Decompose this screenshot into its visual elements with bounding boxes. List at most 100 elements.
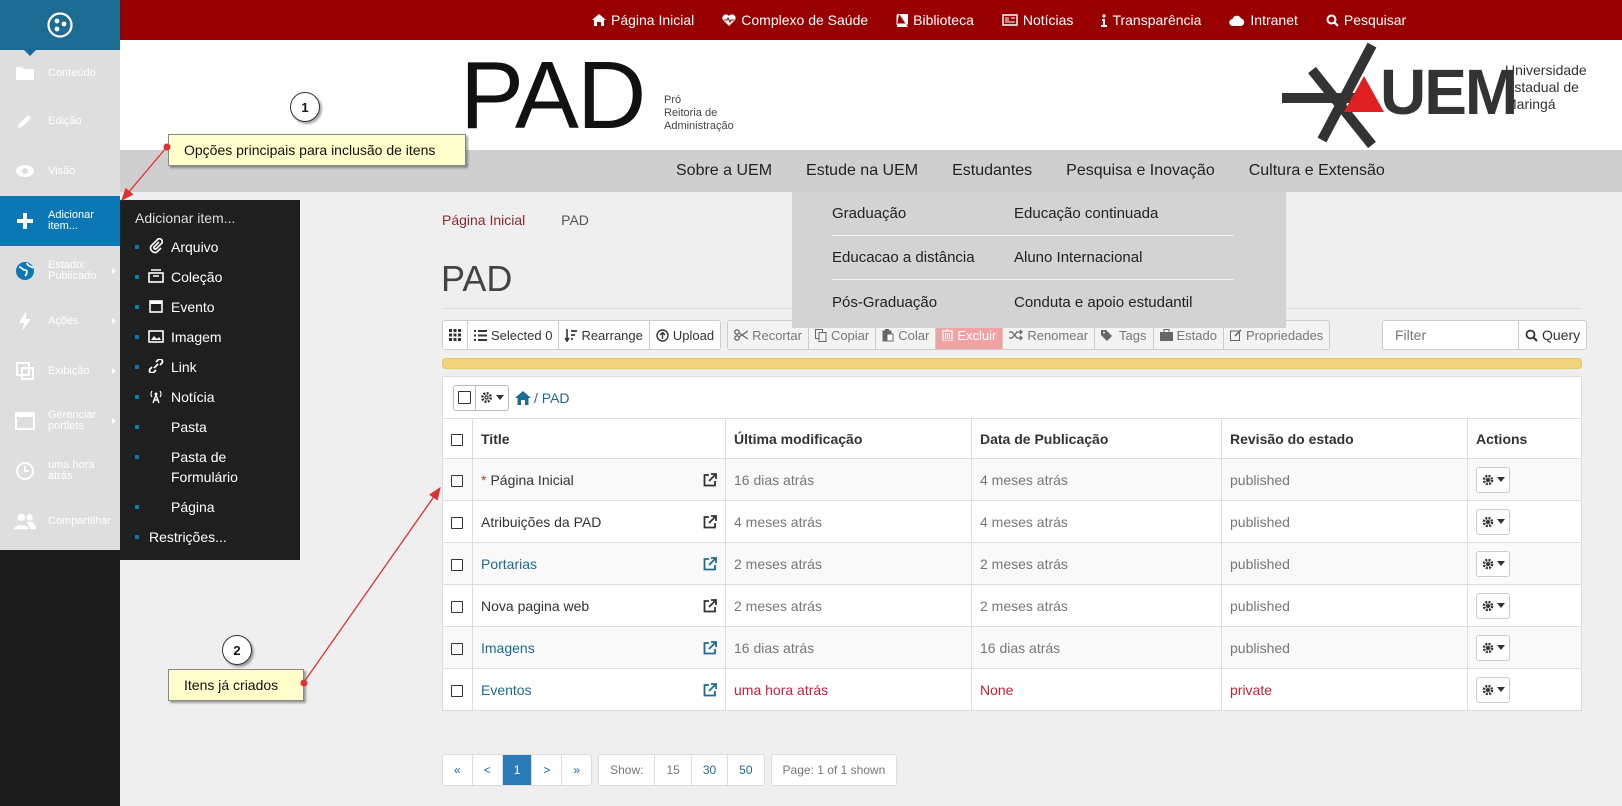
toolbar-item-adicionar[interactable]: Adicionar item... <box>0 196 120 246</box>
header-title[interactable]: Title <box>472 418 726 459</box>
toolbar-item-edicao[interactable]: Edição <box>0 96 120 146</box>
add-colecao[interactable]: Coleção <box>120 262 300 292</box>
external-link-icon[interactable] <box>703 682 717 697</box>
path-link[interactable]: / PAD <box>515 390 570 406</box>
page-next[interactable]: > <box>532 755 563 785</box>
table-row[interactable]: * Página Inicial 16 dias atrás 4 meses at… <box>442 458 1582 501</box>
toolbar-item-acoes[interactable]: Ações <box>0 296 120 346</box>
header-modified[interactable]: Última modificação <box>725 418 972 459</box>
add-pagina[interactable]: Página <box>120 492 300 522</box>
table-row[interactable]: Portarias 2 meses atrás 2 meses atrás pu… <box>442 542 1582 585</box>
table-row[interactable]: Imagens 16 dias atrás 16 dias atrás publ… <box>442 626 1582 669</box>
page-prev[interactable]: < <box>473 755 503 785</box>
row-select[interactable] <box>442 584 473 627</box>
header-published[interactable]: Data de Publicação <box>971 418 1222 459</box>
paperclip-icon <box>147 237 165 255</box>
dropdown-conduta-apoio[interactable]: Conduta e apoio estudantil <box>1014 294 1192 311</box>
row-title-link[interactable]: Imagens <box>481 640 535 656</box>
dropdown-graduacao[interactable]: Graduação <box>832 205 1014 222</box>
page-last[interactable]: » <box>562 755 591 785</box>
page-first[interactable]: « <box>443 755 473 785</box>
external-link-icon[interactable] <box>703 472 717 487</box>
external-link-icon[interactable] <box>703 514 717 529</box>
annotation-number-1: 1 <box>290 92 320 122</box>
select-all-checkbox[interactable] <box>454 385 476 410</box>
mainnav-cultura-extensao[interactable]: Cultura e Extensão <box>1249 162 1385 180</box>
topnav-biblioteca[interactable]: Biblioteca <box>896 12 974 28</box>
page-size-50[interactable]: 50 <box>728 755 763 785</box>
toolbar-item-portlets[interactable]: Gerenciar portlets <box>0 396 120 446</box>
row-actions-button[interactable] <box>1476 634 1510 661</box>
dropdown-educacao-distancia[interactable]: Educacao a distância <box>832 249 1014 266</box>
mainnav-sobre-uem[interactable]: Sobre a UEM <box>676 162 772 180</box>
external-link-icon[interactable] <box>703 556 717 571</box>
page-1[interactable]: 1 <box>502 755 533 785</box>
row-select[interactable] <box>442 626 473 669</box>
row-title-link[interactable]: Portarias <box>481 556 537 572</box>
row-select[interactable] <box>442 458 473 501</box>
selected-button[interactable]: Selected 0 <box>468 321 560 349</box>
row-title-link[interactable]: Eventos <box>481 682 532 698</box>
query-button[interactable]: Query <box>1518 320 1588 350</box>
pad-logo[interactable]: PAD <box>460 48 646 144</box>
header-state[interactable]: Revisão do estado <box>1221 418 1468 459</box>
add-noticia[interactable]: Notícia <box>120 382 300 412</box>
row-title-link[interactable]: Página Inicial <box>490 472 573 488</box>
toolbar-item-conteudo[interactable]: Conteúdo <box>0 50 120 96</box>
topnav-pagina-inicial[interactable]: Página Inicial <box>592 12 694 28</box>
topnav-transparencia[interactable]: Transparência <box>1101 12 1201 28</box>
add-restricoes[interactable]: Restrições... <box>120 522 300 552</box>
external-link-icon[interactable] <box>703 598 717 613</box>
toolbar-item-visao[interactable]: Visão <box>0 146 120 196</box>
row-select[interactable] <box>442 668 473 711</box>
add-noticia-label: Notícia <box>171 389 215 405</box>
plone-logo[interactable] <box>0 0 120 56</box>
add-imagem[interactable]: Imagem <box>120 322 300 352</box>
row-actions-button[interactable] <box>1476 676 1510 703</box>
filter-input[interactable] <box>1382 320 1518 350</box>
upload-button[interactable]: Upload <box>649 321 721 349</box>
toolbar-item-historico[interactable]: uma hora atrás <box>0 446 120 496</box>
mainnav-estudantes[interactable]: Estudantes <box>952 162 1032 180</box>
row-actions-button[interactable] <box>1476 508 1510 535</box>
page-size-15[interactable]: 15 <box>655 755 692 785</box>
toolbar-item-compartilhar[interactable]: Compartilhar <box>0 496 120 546</box>
add-link[interactable]: Link <box>120 352 300 382</box>
row-title-link[interactable]: Atribuições da PAD <box>481 514 601 530</box>
toolbar-item-exibicao[interactable]: Exibição <box>0 346 120 396</box>
table-row[interactable]: Nova pagina web 2 meses atrás 2 meses at… <box>442 584 1582 627</box>
page-size-30[interactable]: 30 <box>692 755 729 785</box>
row-select[interactable] <box>442 542 473 585</box>
table-row[interactable]: Eventos uma hora atrás None private <box>442 668 1582 711</box>
mainnav-estude-uem[interactable]: Estude na UEM <box>806 162 918 180</box>
external-link-icon[interactable] <box>703 640 717 655</box>
topnav-pesquisar[interactable]: Pesquisar <box>1326 12 1406 28</box>
row-actions-button[interactable] <box>1476 466 1510 493</box>
row-actions-button[interactable] <box>1476 550 1510 577</box>
newspaper-icon <box>1002 14 1018 26</box>
path-settings-dropdown[interactable] <box>476 386 508 410</box>
header-select[interactable] <box>442 418 473 459</box>
add-arquivo[interactable]: Arquivo <box>120 232 300 262</box>
add-evento[interactable]: Evento <box>120 292 300 322</box>
row-title-link[interactable]: Nova pagina web <box>481 598 589 614</box>
row-actions-button[interactable] <box>1476 592 1510 619</box>
estude-dropdown: Graduação Educação continuada Educacao a… <box>792 192 1286 328</box>
dropdown-aluno-internacional[interactable]: Aluno Internacional <box>1014 249 1142 266</box>
table-row[interactable]: Atribuições da PAD 4 meses atrás 4 meses… <box>442 500 1582 543</box>
rearrange-button[interactable]: Rearrange <box>559 321 650 349</box>
breadcrumb-home[interactable]: Página Inicial <box>442 212 525 228</box>
dropdown-educacao-continuada[interactable]: Educação continuada <box>1014 205 1158 222</box>
add-pasta[interactable]: Pasta <box>120 412 300 442</box>
row-state: published <box>1221 626 1468 669</box>
topnav-intranet[interactable]: Intranet <box>1229 12 1298 28</box>
dropdown-pos-graduacao[interactable]: Pós-Graduação <box>832 294 1014 311</box>
toolbar-item-estado[interactable]: Estado: Publicado <box>0 246 120 296</box>
topnav-noticias[interactable]: Notícias <box>1002 12 1073 28</box>
columns-button[interactable] <box>443 321 468 349</box>
mainnav-pesquisa-inovacao[interactable]: Pesquisa e Inovação <box>1066 162 1215 180</box>
topnav-complexo-saude[interactable]: Complexo de Saúde <box>722 12 868 28</box>
add-pasta-formulario[interactable]: Pasta de Formulário <box>120 442 300 492</box>
row-select[interactable] <box>442 500 473 543</box>
folder-contents-table: Title Última modificação Data de Publica… <box>442 418 1582 711</box>
